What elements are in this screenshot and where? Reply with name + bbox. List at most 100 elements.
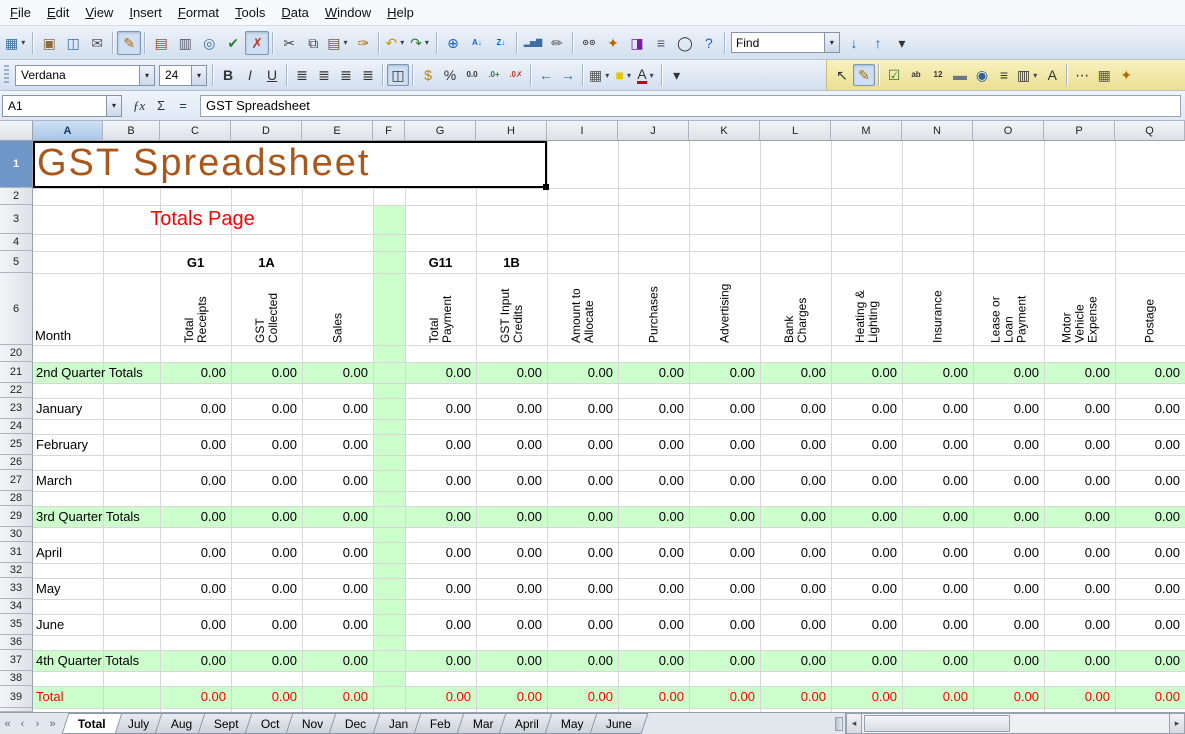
cell-i33[interactable]: 0.00	[547, 578, 613, 599]
cell-o35[interactable]: 0.00	[973, 614, 1039, 635]
bold-button[interactable]: B	[217, 64, 239, 86]
undo-dropdown-icon[interactable]: ▾	[398, 38, 406, 47]
find-input[interactable]	[732, 33, 824, 52]
redo-button[interactable]: ↷▾	[408, 31, 433, 55]
row-header-5[interactable]: 5	[0, 251, 33, 273]
cell-d5[interactable]: 1A	[231, 251, 302, 273]
font-name-combo[interactable]: Verdana▾	[15, 65, 155, 86]
cell-m25[interactable]: 0.00	[831, 434, 897, 455]
column-header-d[interactable]: D	[231, 121, 302, 141]
cell-d29[interactable]: 0.00	[231, 506, 297, 527]
zoom-button[interactable]: ◯	[673, 31, 697, 55]
cell-i35[interactable]: 0.00	[547, 614, 613, 635]
design-mode-button[interactable]: ✎	[853, 64, 875, 86]
row-header-34[interactable]: 34	[0, 599, 33, 614]
text-box-button[interactable]: ab	[905, 64, 927, 86]
cell-c29[interactable]: 0.00	[160, 506, 226, 527]
cell-e27[interactable]: 0.00	[302, 470, 368, 491]
cell-k25[interactable]: 0.00	[689, 434, 755, 455]
cell-k31[interactable]: 0.00	[689, 542, 755, 563]
cell-d25[interactable]: 0.00	[231, 434, 297, 455]
fill-handle[interactable]	[543, 184, 549, 190]
row-header-36[interactable]: 36	[0, 635, 33, 650]
cell-p39[interactable]: 0.00	[1044, 686, 1110, 708]
cell-g6[interactable]: Total Payment	[405, 273, 476, 345]
clone-formatting-button[interactable]: ✑	[351, 31, 375, 55]
form-design-button[interactable]: ▦	[1093, 64, 1115, 86]
copy-button[interactable]: ⧉	[301, 31, 325, 55]
cell-q29[interactable]: 0.00	[1115, 506, 1180, 527]
menu-help[interactable]: Help	[379, 0, 422, 25]
cell-g33[interactable]: 0.00	[405, 578, 471, 599]
row-header-23[interactable]: 23	[0, 398, 33, 419]
cell-m27[interactable]: 0.00	[831, 470, 897, 491]
cell-k33[interactable]: 0.00	[689, 578, 755, 599]
cell-q39[interactable]: 0.00	[1115, 686, 1180, 708]
open-button[interactable]: ▣	[37, 31, 61, 55]
cell-p27[interactable]: 0.00	[1044, 470, 1110, 491]
cell-g39[interactable]: 0.00	[405, 686, 471, 708]
cell-i39[interactable]: 0.00	[547, 686, 613, 708]
menu-format[interactable]: Format	[170, 0, 227, 25]
cell-j33[interactable]: 0.00	[618, 578, 684, 599]
cell-q35[interactable]: 0.00	[1115, 614, 1180, 635]
merge-cells-button[interactable]: ◫	[387, 64, 409, 86]
cell-q21[interactable]: 0.00	[1115, 362, 1180, 383]
cell-h39[interactable]: 0.00	[476, 686, 542, 708]
menu-tools[interactable]: Tools	[227, 0, 273, 25]
paste-dropdown-icon[interactable]: ▾	[341, 38, 349, 47]
cell-g21[interactable]: 0.00	[405, 362, 471, 383]
cell-d35[interactable]: 0.00	[231, 614, 297, 635]
row-header-37[interactable]: 37	[0, 650, 33, 671]
print-button[interactable]: ▥	[173, 31, 197, 55]
find-previous-button[interactable]: ↑	[866, 31, 890, 55]
cell-q23[interactable]: 0.00	[1115, 398, 1180, 419]
cell-n31[interactable]: 0.00	[902, 542, 968, 563]
cell-h31[interactable]: 0.00	[476, 542, 542, 563]
cell-l33[interactable]: 0.00	[760, 578, 826, 599]
option-button-button[interactable]: ◉	[971, 64, 993, 86]
row-header-22[interactable]: 22	[0, 383, 33, 398]
formatting-toolbar-options-button[interactable]: ▾	[666, 64, 688, 86]
cell-o6[interactable]: Lease or Loan Payment	[973, 273, 1044, 345]
cell-l6[interactable]: Bank Charges	[760, 273, 831, 345]
row-header-6[interactable]: 6	[0, 273, 33, 345]
scroll-left-button[interactable]: ◂	[846, 713, 862, 734]
menu-edit[interactable]: Edit	[39, 0, 77, 25]
cell-c5[interactable]: G1	[160, 251, 231, 273]
row-header-24[interactable]: 24	[0, 419, 33, 434]
cell-i29[interactable]: 0.00	[547, 506, 613, 527]
cell-i23[interactable]: 0.00	[547, 398, 613, 419]
grid-corner[interactable]	[0, 121, 33, 141]
font-color-dropdown-icon[interactable]: ▾	[648, 71, 656, 80]
cell-d33[interactable]: 0.00	[231, 578, 297, 599]
sum-button[interactable]: Σ	[151, 95, 171, 117]
menu-window[interactable]: Window	[317, 0, 379, 25]
row-header-20[interactable]: 20	[0, 345, 33, 362]
cell-m6[interactable]: Heating & Lighting	[831, 273, 902, 345]
number-format-standard-button[interactable]: 0.0	[461, 64, 483, 86]
combo-box-dropdown-icon[interactable]: ▾	[1031, 71, 1039, 80]
row-header-33[interactable]: 33	[0, 578, 33, 599]
borders-button[interactable]: ▦▾	[587, 64, 613, 86]
background-color-button[interactable]: ■▾	[613, 64, 635, 86]
cell-o33[interactable]: 0.00	[973, 578, 1039, 599]
cut-button[interactable]: ✂	[277, 31, 301, 55]
cell-n29[interactable]: 0.00	[902, 506, 968, 527]
cell-j25[interactable]: 0.00	[618, 434, 684, 455]
cell-o31[interactable]: 0.00	[973, 542, 1039, 563]
cell-d37[interactable]: 0.00	[231, 650, 297, 671]
cell-i31[interactable]: 0.00	[547, 542, 613, 563]
edit-file-button[interactable]: ✎	[117, 31, 141, 55]
cell-k27[interactable]: 0.00	[689, 470, 755, 491]
cell-h25[interactable]: 0.00	[476, 434, 542, 455]
cell-c23[interactable]: 0.00	[160, 398, 226, 419]
row-header-29[interactable]: 29	[0, 506, 33, 527]
cell-p31[interactable]: 0.00	[1044, 542, 1110, 563]
row-header-26[interactable]: 26	[0, 455, 33, 470]
cell-d27[interactable]: 0.00	[231, 470, 297, 491]
column-header-c[interactable]: C	[160, 121, 231, 141]
control-wizards-button[interactable]: ✦	[1115, 64, 1137, 86]
cell-n25[interactable]: 0.00	[902, 434, 968, 455]
tab-scroll-first-button[interactable]: «	[0, 713, 15, 734]
